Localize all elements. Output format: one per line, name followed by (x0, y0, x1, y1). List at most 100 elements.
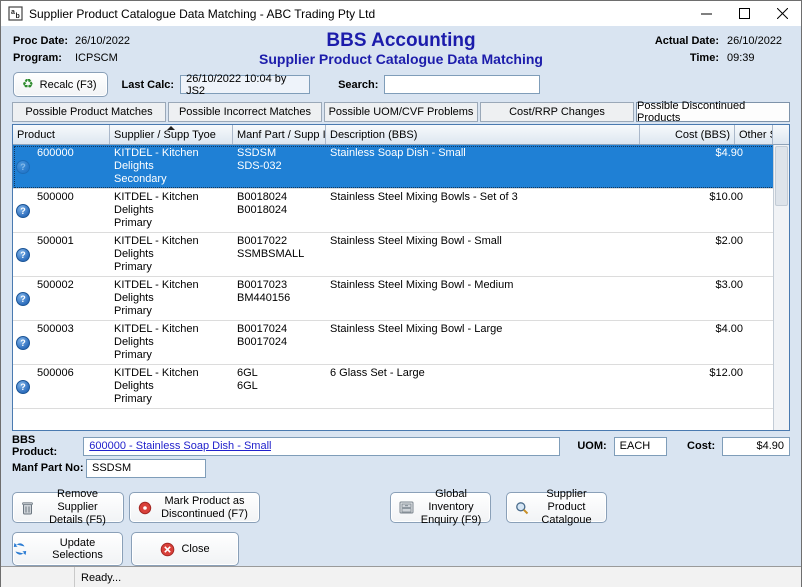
bbs-product-link[interactable]: 600000 - Stainless Soap Dish - Small (89, 440, 271, 452)
maximize-icon (739, 8, 750, 19)
search-input[interactable] (384, 75, 540, 94)
cell-c4: Stainless Steel Mixing Bowls - Set of 3 (326, 189, 656, 232)
recalc-button[interactable]: ♻ Recalc (F3) (13, 72, 108, 97)
trash-icon (21, 501, 34, 515)
minimize-icon (701, 8, 712, 19)
cell-c5: $3.00 (656, 277, 751, 320)
maximize-button[interactable] (725, 1, 763, 26)
cell-c5: $12.00 (656, 365, 751, 408)
cell-c5: $4.00 (656, 321, 751, 364)
cell-c4: 6 Glass Set - Large (326, 365, 656, 408)
tab-2[interactable]: Possible UOM/CVF Problems (324, 102, 478, 122)
tab-0[interactable]: Possible Product Matches (12, 102, 166, 122)
column-header[interactable]: Manf Part / Supp It... (233, 125, 326, 144)
table-row[interactable]: 500003KITDEL - Kitchen DelightsPrimaryB0… (13, 321, 789, 365)
app-icon: a b (8, 6, 23, 21)
results-grid: ProductSupplier / Supp TyoeManf Part / S… (12, 124, 790, 431)
cell-c5: $2.00 (656, 233, 751, 276)
update-selections-button[interactable]: Update Selections (12, 532, 123, 566)
cell-c2: KITDEL - Kitchen DelightsPrimary (110, 189, 233, 232)
mark-discontinued-button[interactable]: Mark Product as Discontinued (F7) (129, 492, 260, 523)
cell-c1: 500003 (13, 321, 110, 364)
mark-discontinued-label: Mark Product as Discontinued (F7) (158, 495, 251, 521)
actual-date-value: 26/10/2022 (727, 33, 789, 50)
tab-1[interactable]: Possible Incorrect Matches (168, 102, 322, 122)
table-row[interactable]: 600000KITDEL - Kitchen DelightsSecondary… (13, 145, 789, 189)
scrollbar-thumb[interactable] (775, 146, 788, 206)
sort-ascending-icon (167, 126, 175, 130)
time-value: 09:39 (727, 50, 789, 67)
question-icon (16, 380, 30, 394)
close-window-button[interactable] (763, 1, 801, 26)
table-row[interactable]: 500002KITDEL - Kitchen DelightsPrimaryB0… (13, 277, 789, 321)
cell-c3: B0017024B0017024 (233, 321, 326, 364)
cell-c3: B0018024B0018024 (233, 189, 326, 232)
update-selections-label: Update Selections (33, 537, 122, 561)
column-header[interactable]: Product (13, 125, 110, 144)
screen-header: Proc Date: 26/10/2022 Program: ICPSCM BB… (1, 26, 801, 68)
global-inventory-button[interactable]: Global Inventory Enquiry (F9) (390, 492, 491, 523)
tab-3[interactable]: Cost/RRP Changes (480, 102, 634, 122)
action-bar-top: Remove Supplier Details (F5) Mark Produc… (1, 479, 801, 523)
question-icon (16, 160, 30, 174)
actual-date-label: Actual Date: (655, 33, 719, 50)
supplier-catalogue-button[interactable]: Supplier Product Catalgoue (506, 492, 607, 523)
uom-field: EACH (614, 437, 667, 456)
column-header[interactable]: Supplier / Supp Tyoe (110, 125, 233, 144)
cell-c2: KITDEL - Kitchen DelightsSecondary (110, 145, 233, 188)
close-button[interactable]: Close (131, 532, 239, 566)
cabinet-icon (399, 501, 414, 514)
discontinued-icon (138, 501, 152, 515)
cell-c3: SSDSMSDS-032 (233, 145, 326, 188)
recycle-icon: ♻ (22, 78, 34, 91)
status-bar: Ready... (1, 566, 801, 587)
remove-supplier-label: Remove Supplier Details (F5) (40, 488, 115, 527)
cost-label: Cost: (687, 440, 715, 452)
question-icon (16, 248, 30, 262)
svg-text:a: a (11, 9, 15, 16)
cell-c5: $10.00 (656, 189, 751, 232)
cell-c1: 500001 (13, 233, 110, 276)
table-row[interactable]: 500000KITDEL - Kitchen DelightsPrimaryB0… (13, 189, 789, 233)
cell-c3: B0017023BM440156 (233, 277, 326, 320)
tab-4[interactable]: Possible Discontinued Products (636, 102, 790, 122)
remove-supplier-button[interactable]: Remove Supplier Details (F5) (12, 492, 124, 523)
cell-c3: 6GL6GL (233, 365, 326, 408)
cell-c1: 500002 (13, 277, 110, 320)
supplier-catalogue-label: Supplier Product Catalgoue (535, 488, 598, 527)
minimize-button[interactable] (687, 1, 725, 26)
last-calc-field: 26/10/2022 10:04 by JS2 (180, 75, 310, 94)
global-inventory-label: Global Inventory Enquiry (F9) (420, 488, 482, 527)
cell-c4: Stainless Steel Mixing Bowl - Medium (326, 277, 656, 320)
question-icon (16, 292, 30, 306)
vertical-scrollbar[interactable] (773, 145, 789, 430)
column-header[interactable]: Cost (BBS) (640, 125, 735, 144)
uom-label: UOM: (577, 440, 606, 452)
column-header[interactable]: Description (BBS) (326, 125, 640, 144)
column-header[interactable]: Other S... (735, 125, 773, 144)
cell-c4: Stainless Steel Mixing Bowl - Small (326, 233, 656, 276)
manf-part-field: SSDSM (86, 459, 206, 478)
recalc-label: Recalc (F3) (40, 79, 97, 91)
detail-panel: BBS Product: 600000 - Stainless Soap Dis… (1, 431, 801, 479)
search-label: Search: (338, 79, 378, 91)
last-calc-label: Last Calc: (122, 79, 175, 91)
magnifier-icon (515, 501, 529, 515)
cell-c1: 500000 (13, 189, 110, 232)
grid-rows: 600000KITDEL - Kitchen DelightsSecondary… (13, 145, 789, 430)
close-label: Close (181, 543, 209, 555)
status-text: Ready... (81, 572, 121, 584)
refresh-icon (13, 542, 27, 556)
question-icon (16, 204, 30, 218)
column-header-stub (773, 125, 789, 144)
grid-header: ProductSupplier / Supp TyoeManf Part / S… (13, 125, 789, 145)
cell-c1: 600000 (13, 145, 110, 188)
table-row[interactable]: 500001KITDEL - Kitchen DelightsPrimaryB0… (13, 233, 789, 277)
tab-strip: Possible Product MatchesPossible Incorre… (1, 98, 801, 122)
action-bar-bottom: Update Selections Close (1, 523, 801, 566)
window-title: Supplier Product Catalogue Data Matching… (29, 7, 375, 21)
table-row[interactable]: 500006KITDEL - Kitchen DelightsPrimary6G… (13, 365, 789, 409)
toolbar: ♻ Recalc (F3) Last Calc: 26/10/2022 10:0… (1, 68, 801, 98)
time-label: Time: (690, 50, 719, 67)
cell-c2: KITDEL - Kitchen DelightsPrimary (110, 321, 233, 364)
